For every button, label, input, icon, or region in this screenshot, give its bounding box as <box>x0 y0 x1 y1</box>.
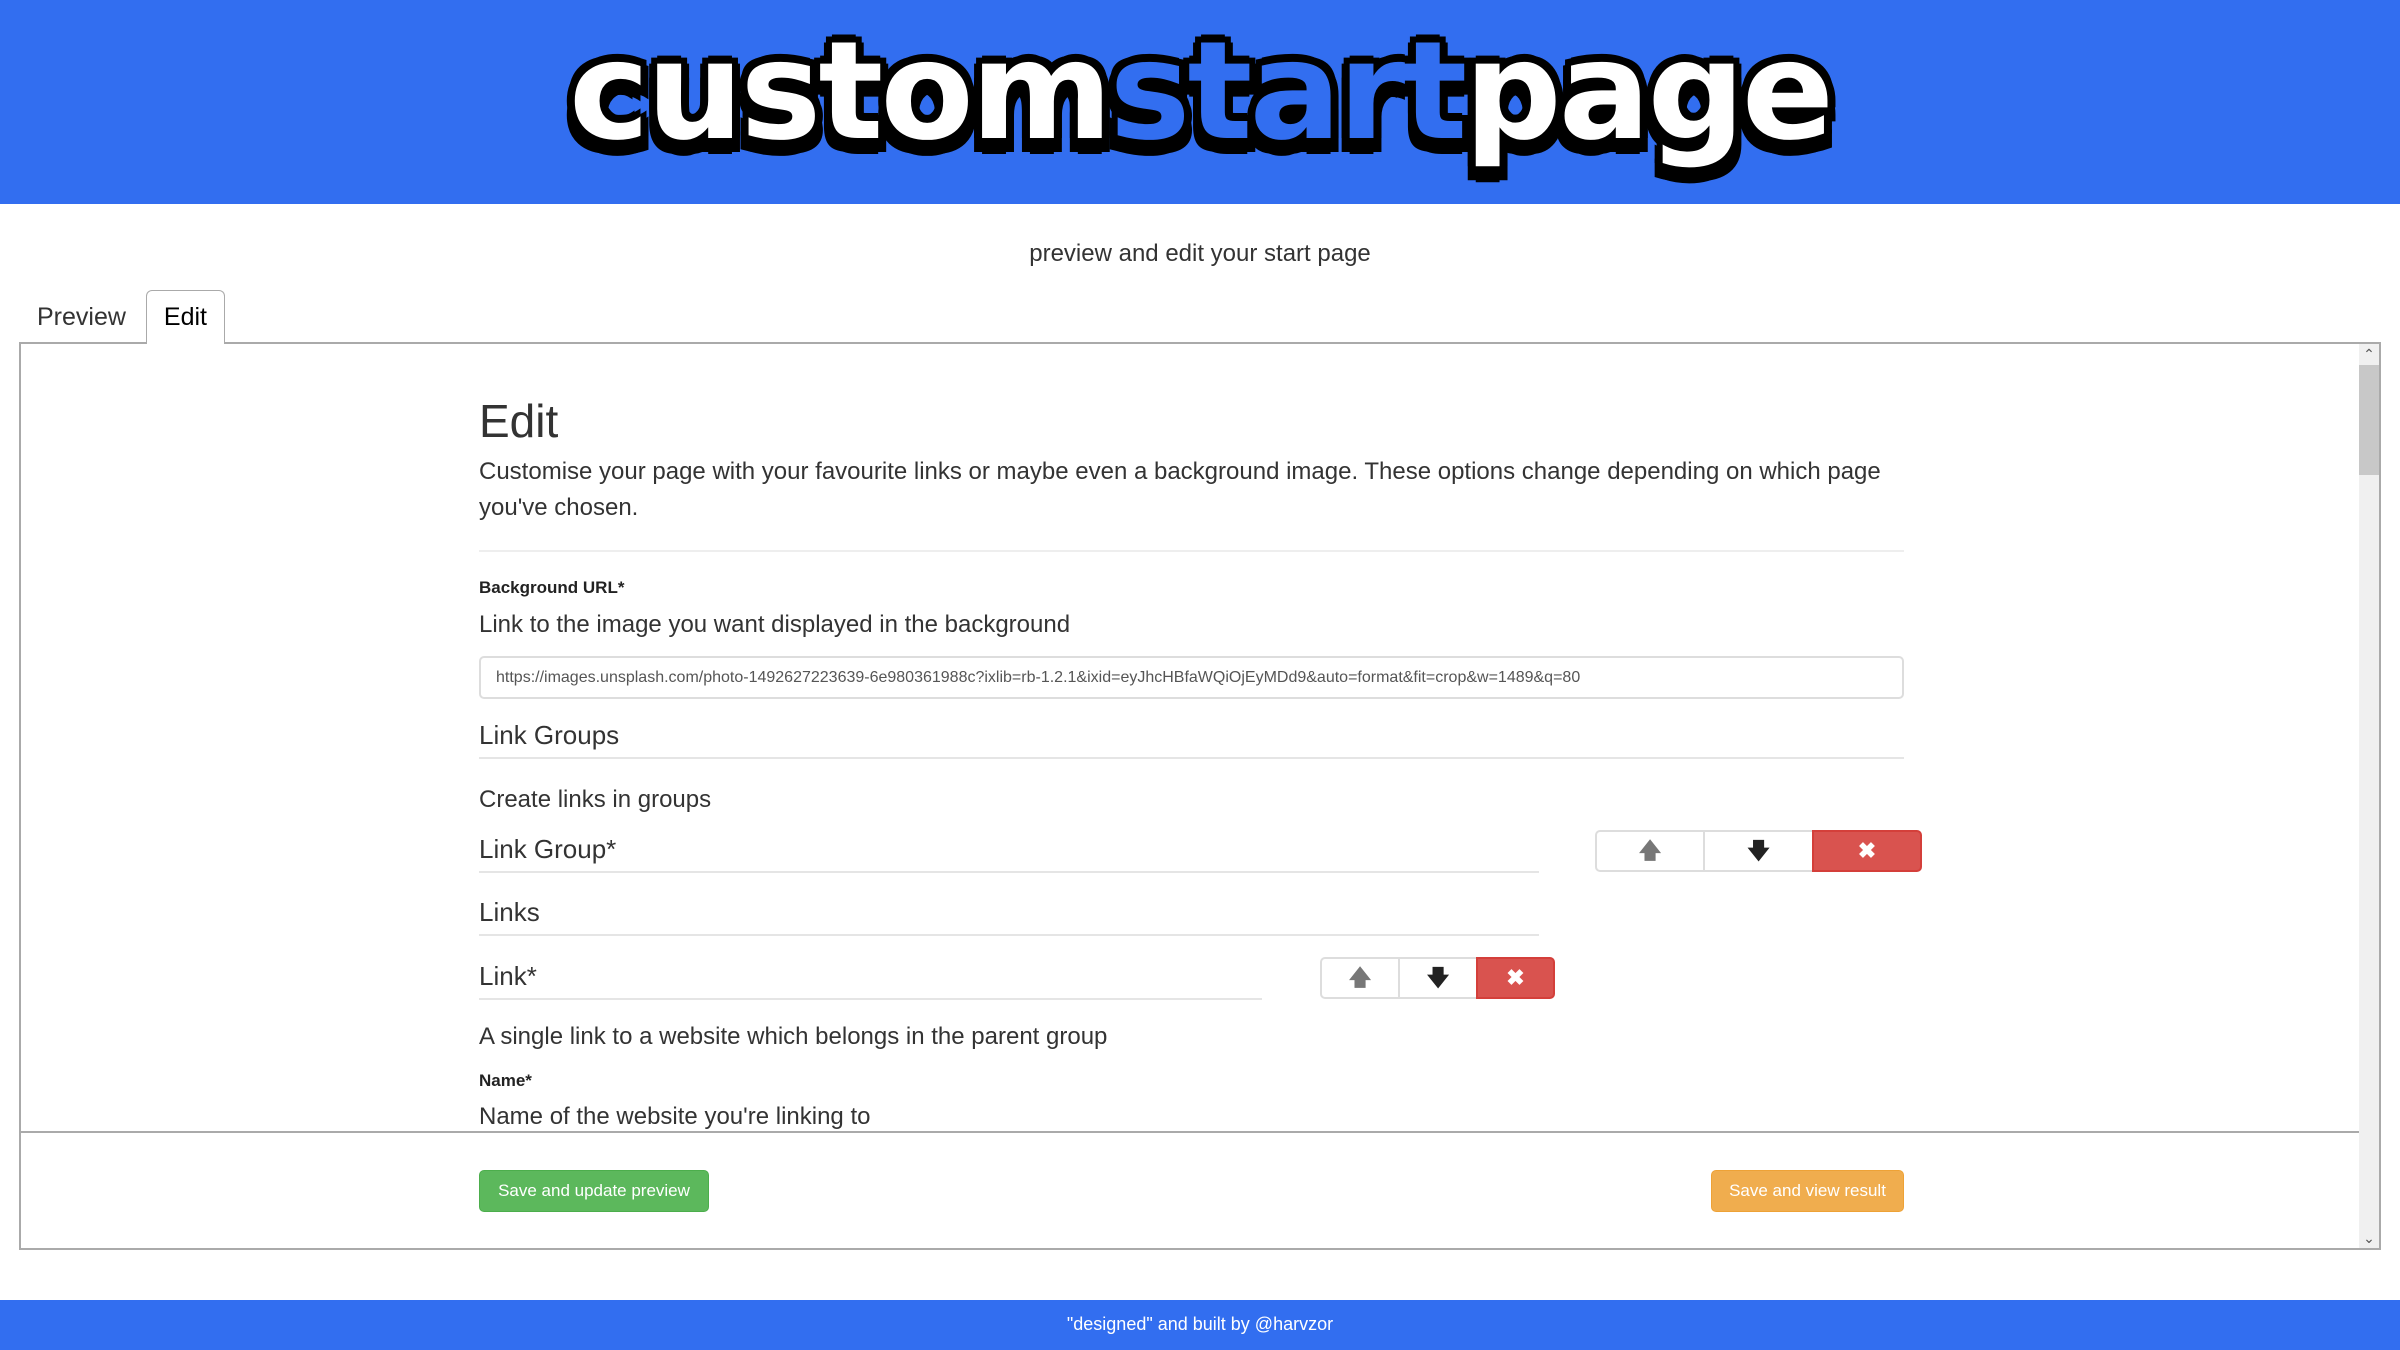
tab-preview[interactable]: Preview <box>19 290 144 343</box>
close-icon: ✖ <box>1506 965 1525 990</box>
name-description: Name of the website you're linking to <box>479 1103 871 1130</box>
scrollbar[interactable]: ⌃ ⌄ <box>2359 344 2379 1248</box>
arrow-down-icon: 🡇 <box>1426 965 1450 990</box>
site-header: customstartpage <box>0 0 2400 204</box>
background-url-input[interactable] <box>479 656 1904 699</box>
scroll-up-icon[interactable]: ⌃ <box>2359 344 2379 364</box>
save-and-view-result-button[interactable]: Save and view result <box>1711 1170 1904 1212</box>
background-url-label: Background URL* <box>479 578 625 597</box>
logo: customstartpage <box>0 12 2400 172</box>
scrollbar-thumb[interactable] <box>2359 365 2379 475</box>
link-remove-button[interactable]: ✖ <box>1476 957 1555 999</box>
tab-bar: Preview Edit <box>19 290 226 344</box>
background-url-description: Link to the image you want displayed in … <box>479 611 1071 638</box>
tab-edit[interactable]: Edit <box>145 290 226 344</box>
arrow-up-icon: 🡅 <box>1348 965 1372 990</box>
page-footer: "designed" and built by @harvzor <box>0 1300 2400 1350</box>
logo-custom: custom <box>568 13 1113 171</box>
link-groups-legend: Link Groups <box>479 720 1904 759</box>
links-legend: Links <box>479 897 1539 936</box>
page-subtitle: preview and edit your start page <box>1029 240 1371 267</box>
link-group-remove-button[interactable]: ✖ <box>1812 830 1922 872</box>
link-groups-description: Create links in groups <box>479 786 712 813</box>
logo-page: page <box>1464 13 1834 171</box>
actions-divider <box>21 1131 2361 1133</box>
link-legend: Link* <box>479 961 1262 1000</box>
edit-form-scroll-area[interactable]: Edit Customise your page with your favou… <box>21 344 2361 1131</box>
save-and-update-preview-button[interactable]: Save and update preview <box>479 1170 709 1212</box>
arrow-up-icon: 🡅 <box>1638 838 1662 863</box>
link-group-move-up-button[interactable]: 🡅 <box>1595 830 1705 872</box>
edit-description: Customise your page with your favourite … <box>479 458 1881 521</box>
link-controls: 🡅 🡇 ✖ <box>1320 957 1555 999</box>
name-label: Name* <box>479 1071 532 1090</box>
link-description: A single link to a website which belongs… <box>479 1023 1108 1050</box>
logo-start: start <box>1109 13 1468 171</box>
link-group-legend: Link Group* <box>479 834 1539 873</box>
close-icon: ✖ <box>1857 838 1877 863</box>
divider <box>479 550 1904 552</box>
link-group-controls: 🡅 🡇 ✖ <box>1595 830 1922 872</box>
edit-panel: Edit Customise your page with your favou… <box>19 342 2381 1250</box>
edit-title: Edit <box>479 395 559 447</box>
link-move-up-button[interactable]: 🡅 <box>1320 957 1400 999</box>
scroll-down-icon[interactable]: ⌄ <box>2359 1228 2379 1248</box>
link-move-down-button[interactable]: 🡇 <box>1398 957 1478 999</box>
link-group-move-down-button[interactable]: 🡇 <box>1703 830 1814 872</box>
arrow-down-icon: 🡇 <box>1747 838 1770 863</box>
